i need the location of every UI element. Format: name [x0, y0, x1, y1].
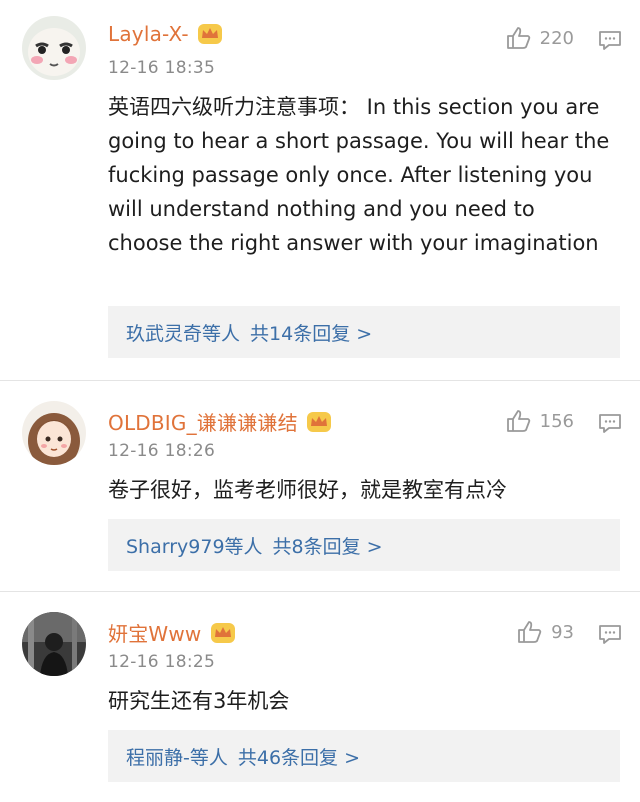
- thumbs-up-icon: [506, 27, 530, 49]
- thumbs-up-icon: [518, 621, 542, 643]
- comment-text: 研究生还有3年机会: [108, 689, 290, 713]
- comment-text: 英语四六级听力注意事项： In this section you are goi…: [108, 95, 610, 255]
- like-button[interactable]: 220: [506, 26, 574, 50]
- avatar[interactable]: [22, 612, 86, 676]
- reply-comment-icon[interactable]: [598, 624, 622, 644]
- comment-item: Layla-X- 12-16 18:35 220 英语四六级听力注意事项： In…: [0, 0, 640, 381]
- username[interactable]: OLDBIG_谦谦谦谦结: [108, 407, 298, 436]
- comment-item: OLDBIG_谦谦谦谦结 12-16 18:26 156 卷子很好，监考老师很好…: [0, 381, 640, 592]
- like-count: 93: [551, 621, 574, 643]
- username[interactable]: Layla-X-: [108, 22, 189, 46]
- avatar-cartoon-girl-image: [22, 401, 86, 465]
- replies-link[interactable]: Sharry979等人 共8条回复 >: [108, 519, 620, 571]
- reply-count: 共14条回复 >: [250, 322, 373, 345]
- avatar-meme-image: [22, 16, 86, 80]
- reply-users: 玖武灵奇等人: [126, 322, 241, 345]
- reply-users: 程丽静-等人: [126, 746, 228, 769]
- avatar-photo-image: [22, 612, 86, 676]
- username[interactable]: 妍宝Www: [108, 618, 202, 647]
- like-button[interactable]: 93: [517, 620, 574, 644]
- reply-users: Sharry979等人: [126, 535, 263, 558]
- replies-link[interactable]: 玖武灵奇等人 共14条回复 >: [108, 306, 620, 358]
- like-count: 156: [539, 410, 574, 432]
- comment-time: 12-16 18:25: [108, 652, 216, 672]
- comment-time: 12-16 18:26: [108, 441, 216, 461]
- crown-vip-icon: [197, 24, 222, 44]
- comment-item: 妍宝Www 12-16 18:25 93 研究生还有3年机会 程丽静-等人 共4…: [0, 592, 640, 802]
- replies-link[interactable]: 程丽静-等人 共46条回复 >: [108, 730, 620, 782]
- avatar[interactable]: [22, 401, 86, 465]
- reply-count: 共46条回复 >: [237, 746, 360, 769]
- comment-text: 卷子很好，监考老师很好，就是教室有点冷: [108, 478, 507, 502]
- reply-count: 共8条回复 >: [272, 535, 383, 558]
- reply-comment-icon[interactable]: [598, 413, 622, 433]
- like-button[interactable]: 156: [506, 409, 574, 433]
- thumbs-up-icon: [506, 410, 530, 432]
- crown-vip-icon: [306, 411, 331, 432]
- avatar[interactable]: [22, 16, 86, 80]
- reply-comment-icon[interactable]: [598, 30, 622, 50]
- comment-time: 12-16 18:35: [108, 58, 216, 78]
- crown-vip-icon: [210, 622, 235, 643]
- like-count: 220: [539, 27, 574, 49]
